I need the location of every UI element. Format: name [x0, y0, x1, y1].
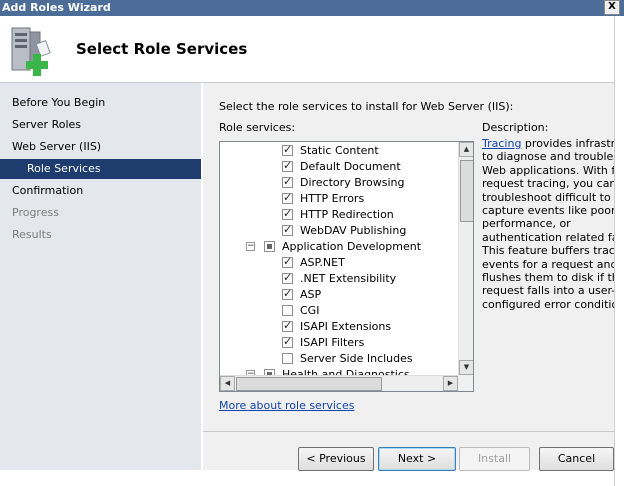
nav-item-results: Results [12, 228, 52, 241]
scroll-down-icon[interactable]: ▼ [459, 360, 473, 375]
content-pane: Select the role services to install for … [203, 83, 614, 471]
previous-button[interactable]: < Previous [298, 447, 374, 471]
title-bar: Add Roles Wizard X [0, 0, 624, 16]
nav-item-confirmation[interactable]: Confirmation [0, 181, 201, 201]
window-title: Add Roles Wizard [2, 1, 111, 14]
checkbox[interactable] [282, 305, 293, 316]
description-panel: Tracing provides infrastructure to diagn… [482, 137, 614, 367]
checkbox[interactable] [282, 271, 293, 285]
instruction-text: Select the role services to install for … [219, 100, 514, 113]
wizard-header: Select Role Services [0, 16, 624, 83]
nav-item-progress: Progress [12, 206, 59, 219]
nav-item-web-server[interactable]: Web Server (IIS) [0, 137, 201, 157]
checkbox[interactable] [282, 143, 293, 157]
scroll-left-icon[interactable]: ◀ [220, 376, 235, 391]
checkbox[interactable] [282, 159, 293, 173]
window-edge [614, 16, 624, 486]
horizontal-scroll-thumb[interactable] [236, 377, 382, 391]
description-text: provides infrastructure to diagnose and … [482, 137, 614, 311]
vertical-scroll-thumb[interactable] [460, 160, 473, 222]
next-button[interactable]: Next > [378, 447, 456, 471]
scrollbar-corner [458, 375, 473, 391]
role-services-tree[interactable]: Static Content Default Document Director… [219, 141, 474, 392]
collapse-icon[interactable]: − [246, 242, 255, 251]
vertical-scrollbar[interactable]: ▲ ▼ [458, 142, 473, 375]
nav-item-server-roles[interactable]: Server Roles [0, 115, 201, 135]
checkbox[interactable] [282, 175, 293, 189]
nav-item-role-services[interactable]: Role Services [0, 159, 201, 179]
close-button[interactable]: X [604, 0, 620, 15]
wizard-nav: Before You Begin Server Roles Web Server… [0, 83, 201, 470]
checkbox[interactable] [282, 319, 293, 333]
checkbox[interactable] [282, 191, 293, 205]
page-title: Select Role Services [76, 40, 248, 58]
checkbox[interactable] [282, 223, 293, 237]
checkbox[interactable] [282, 335, 293, 349]
checkbox[interactable] [282, 207, 293, 221]
footer-separator [203, 431, 614, 432]
nav-bottom-strip [0, 470, 201, 486]
role-services-label: Role services: [219, 121, 296, 134]
description-label: Description: [482, 121, 549, 134]
scroll-up-icon[interactable]: ▲ [459, 142, 473, 157]
server-add-icon [11, 27, 51, 76]
tracing-link[interactable]: Tracing [482, 137, 521, 150]
install-button: Install [459, 447, 530, 471]
checkbox[interactable] [282, 287, 293, 301]
checkbox[interactable] [264, 241, 275, 252]
more-about-role-services-link[interactable]: More about role services [219, 399, 354, 412]
cancel-button[interactable]: Cancel [539, 447, 614, 471]
scroll-right-icon[interactable]: ▶ [443, 376, 458, 391]
horizontal-scrollbar[interactable]: ◀ ▶ [220, 375, 458, 391]
checkbox[interactable] [282, 353, 293, 364]
checkbox[interactable] [282, 255, 293, 269]
nav-item-before-you-begin[interactable]: Before You Begin [0, 93, 201, 113]
